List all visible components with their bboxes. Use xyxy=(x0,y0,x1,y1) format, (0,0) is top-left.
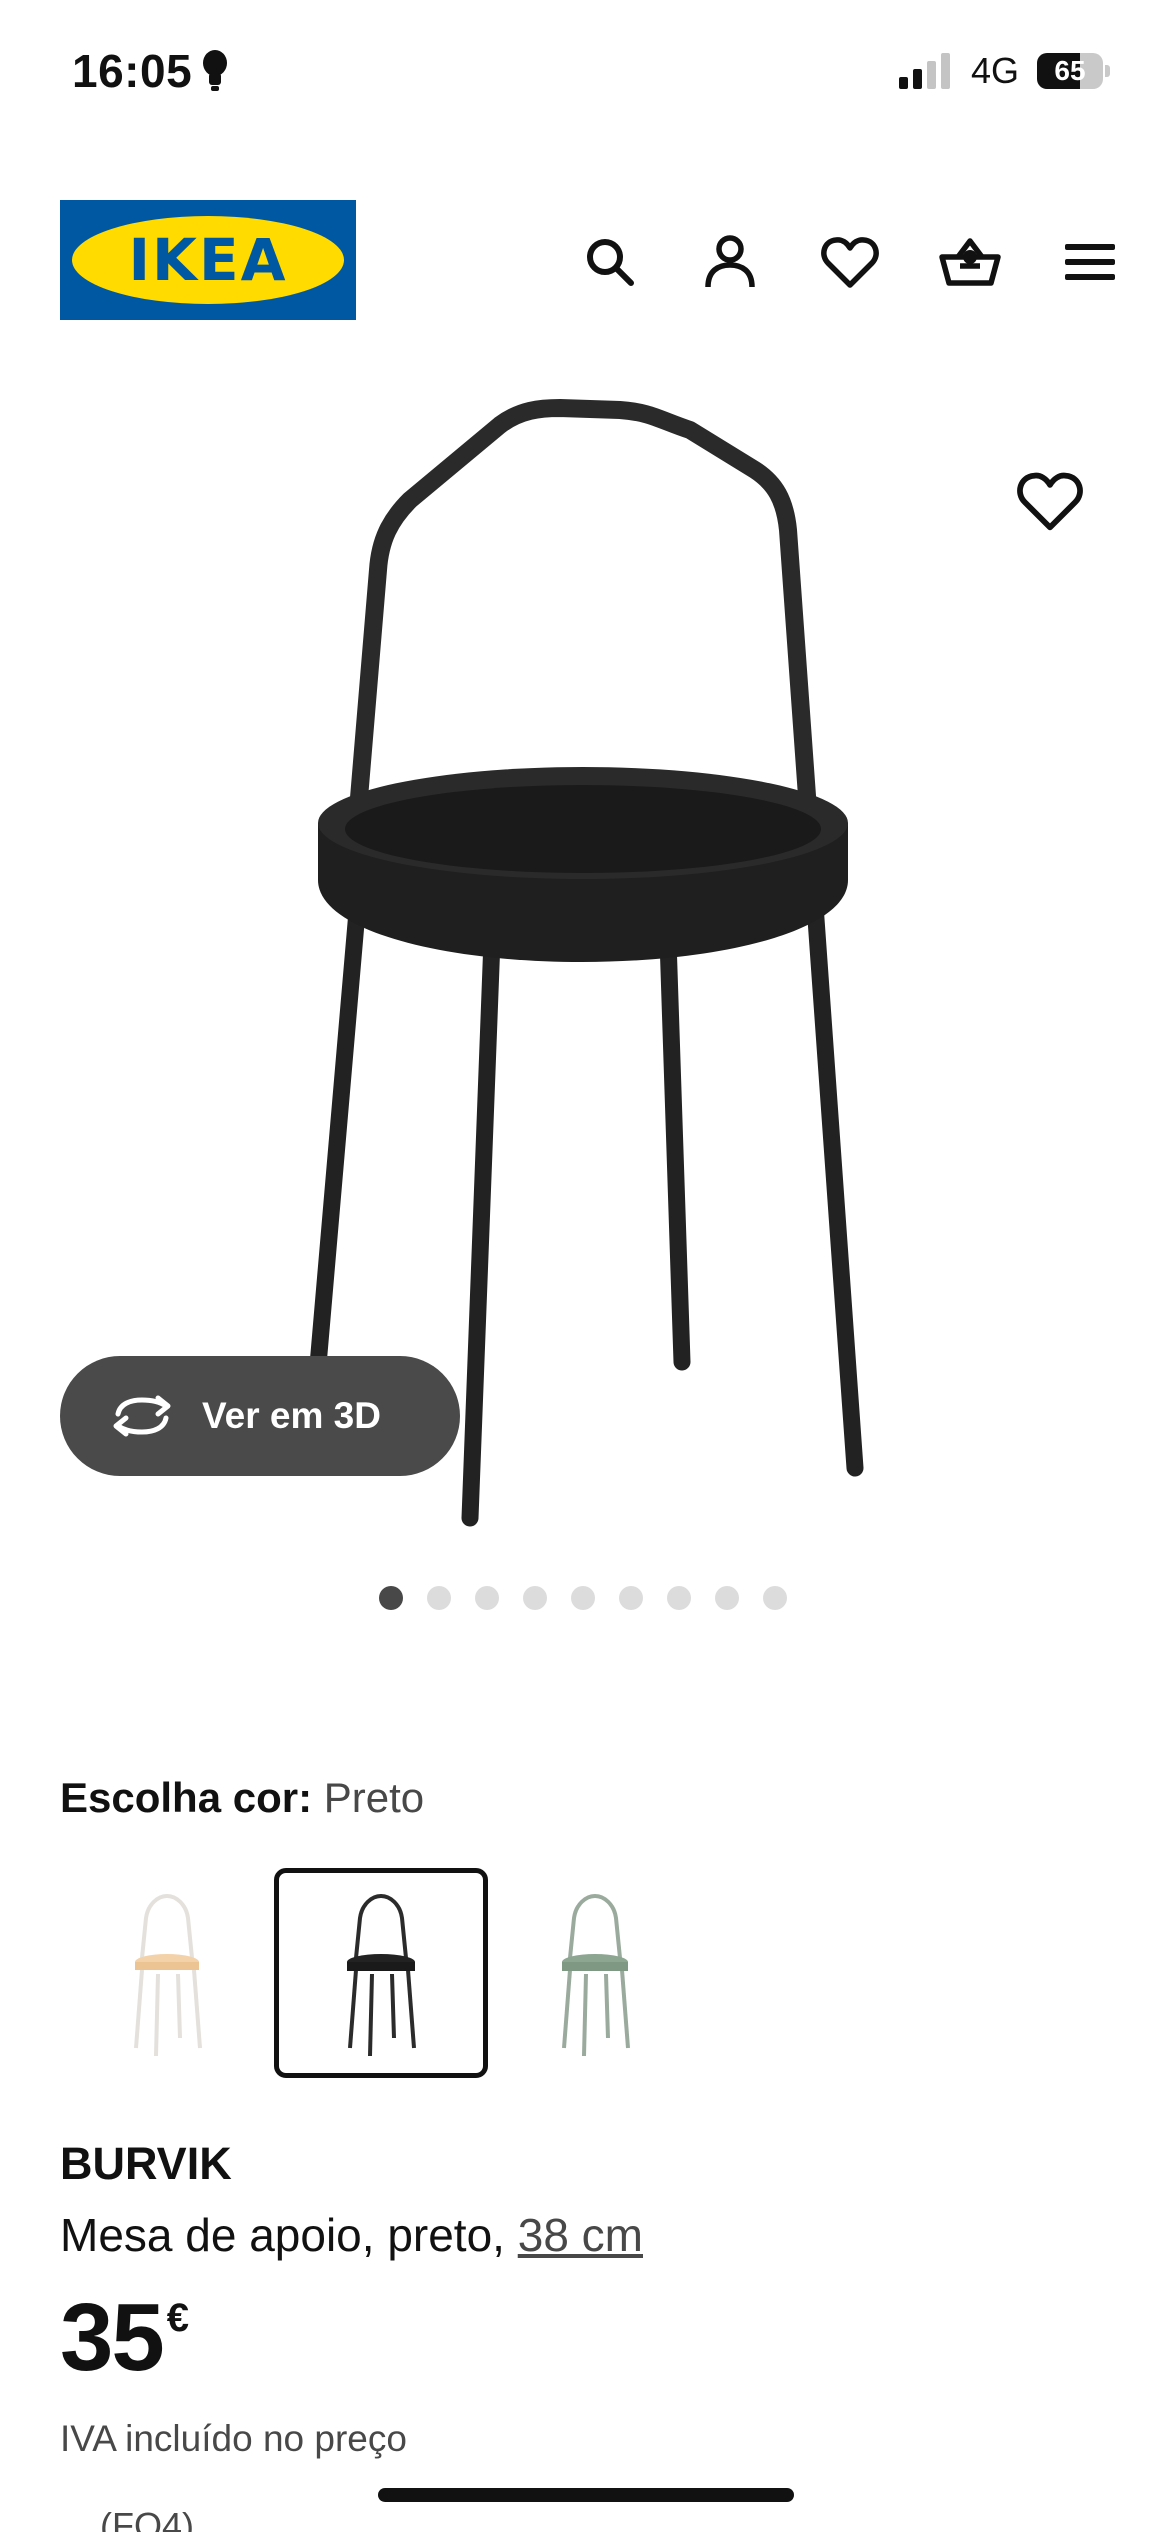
product-description: Mesa de apoio, preto, 38 cm xyxy=(60,2208,643,2262)
basket-icon xyxy=(939,238,1001,286)
logo-oval: IKEA xyxy=(72,216,344,304)
pagination-dot[interactable] xyxy=(522,1586,547,1610)
rotate-3d-icon xyxy=(113,1395,171,1437)
search-button[interactable] xyxy=(570,222,650,302)
price-integer: 35 xyxy=(60,2284,165,2391)
product-price: 35 € xyxy=(60,2290,189,2386)
product-page: 16:05 4G 65 IKEA Ver em 3D Escolha cor: … xyxy=(0,0,1170,2532)
color-swatches xyxy=(60,1868,702,2078)
color-option-green[interactable] xyxy=(488,1868,702,2078)
product-description-text: Mesa de apoio, preto, xyxy=(60,2209,505,2261)
status-bar-right: 4G 65 xyxy=(898,50,1110,92)
pagination-dot[interactable] xyxy=(474,1586,499,1610)
green-table-thumbnail xyxy=(562,1893,630,2057)
pagination-dot[interactable] xyxy=(618,1586,643,1610)
pagination-dot[interactable] xyxy=(666,1586,691,1610)
ikea-logo[interactable]: IKEA xyxy=(60,200,356,320)
home-indicator[interactable] xyxy=(378,2488,794,2502)
logo-text: IKEA xyxy=(128,226,288,294)
heart-icon xyxy=(821,237,879,288)
color-option-white[interactable] xyxy=(60,1868,274,2078)
cutoff-text: ... (FO4) xyxy=(60,2505,194,2532)
search-icon xyxy=(587,239,634,286)
user-icon xyxy=(705,235,755,288)
vat-note: IVA incluído no preço xyxy=(60,2418,407,2459)
battery-tip xyxy=(1105,65,1110,77)
black-table-thumbnail xyxy=(347,1893,416,2057)
color-option-black[interactable] xyxy=(274,1868,488,2078)
color-choice-label: Escolha cor: Preto xyxy=(60,1774,424,1822)
white-table-thumbnail xyxy=(134,1893,202,2057)
heart-icon xyxy=(1017,472,1083,531)
flashlight-icon xyxy=(203,50,228,91)
battery-icon: 65 xyxy=(1037,53,1103,89)
image-favourite-button[interactable] xyxy=(1015,470,1085,540)
view-3d-button[interactable]: Ver em 3D xyxy=(60,1356,460,1476)
pagination-dot[interactable] xyxy=(714,1586,739,1610)
wishlist-button[interactable] xyxy=(810,222,890,302)
pagination-dot[interactable] xyxy=(762,1586,787,1610)
network-label: 4G xyxy=(970,50,1019,91)
basket-button[interactable] xyxy=(930,222,1010,302)
signal-icon xyxy=(898,53,950,89)
color-choice-value: Preto xyxy=(323,1774,425,1821)
view-3d-label: Ver em 3D xyxy=(202,1395,381,1436)
pagination-dot[interactable] xyxy=(570,1586,595,1610)
gallery-pagination[interactable] xyxy=(0,1586,1170,1610)
product-size-link[interactable]: 38 cm xyxy=(518,2209,643,2261)
status-bar-time: 16:05 xyxy=(72,44,228,98)
pagination-dot[interactable] xyxy=(378,1586,403,1610)
menu-icon xyxy=(1065,244,1115,280)
account-button[interactable] xyxy=(690,222,770,302)
color-choice-title: Escolha cor: xyxy=(60,1774,313,1821)
product-name: BURVIK xyxy=(60,2138,232,2189)
header-actions xyxy=(570,222,1130,302)
price-currency: € xyxy=(166,2296,190,2340)
pagination-dot[interactable] xyxy=(426,1586,451,1610)
battery-level: 65 xyxy=(1054,55,1086,86)
menu-button[interactable] xyxy=(1050,222,1130,302)
time-text: 16:05 xyxy=(72,45,193,97)
